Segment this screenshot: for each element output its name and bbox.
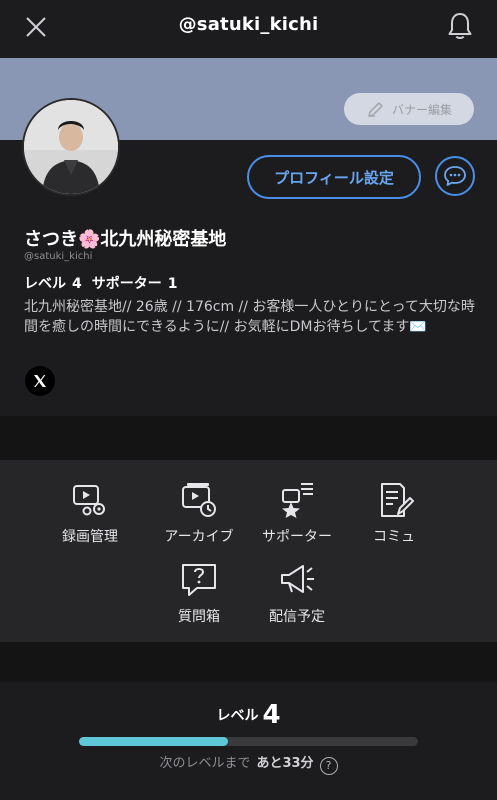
profile-bio: 北九州秘密基地// 26歳 // 176cm // お客様一人ひとりにとって大切…	[24, 299, 475, 335]
bell-icon	[448, 13, 472, 39]
banner-edit-label: バナー編集	[391, 102, 452, 117]
menu-item-label: 配信予定	[269, 609, 325, 625]
profile-stats: レベル 4 サポーター 1	[24, 273, 188, 293]
community-icon	[381, 483, 414, 517]
profile-settings-button[interactable]: プロフィール設定	[247, 155, 421, 199]
avatar[interactable]	[22, 98, 120, 196]
display-name: さつき🌸北九州秘密基地	[24, 229, 227, 250]
pencil-icon	[368, 102, 383, 117]
level-progress-bar	[79, 737, 418, 746]
chat-bubble-icon	[444, 166, 466, 186]
broadcast-schedule-icon	[281, 565, 314, 593]
level-heading: レベル 4	[0, 700, 497, 730]
level-progress-fill	[79, 737, 229, 746]
menu-item-question-box[interactable]: 質問箱	[149, 560, 249, 626]
menu-item-label: 録画管理	[62, 529, 118, 545]
level-label: レベル	[24, 276, 66, 292]
avatar-photo-icon	[24, 100, 118, 194]
level-value: 4	[72, 276, 82, 292]
x-icon	[34, 375, 46, 387]
page-title: @satuki_kichi	[178, 14, 319, 35]
level-panel: レベル 4 次のレベルまで あと33分?	[0, 682, 497, 800]
help-icon[interactable]: ?	[319, 757, 338, 775]
user-handle: @satuki_kichi	[24, 251, 93, 262]
message-button[interactable]	[435, 156, 475, 196]
menu-item-community[interactable]: コミュ	[344, 480, 444, 546]
menu-item-label: 質問箱	[178, 609, 220, 625]
supporter-count[interactable]: 1	[168, 276, 178, 292]
x-social-link[interactable]	[25, 366, 55, 396]
next-level-label: 次のレベルまで	[159, 756, 251, 771]
menu-item-label: コミュ	[373, 529, 415, 545]
archive-icon	[182, 483, 216, 517]
remaining-time: あと33分	[256, 756, 314, 771]
notification-button[interactable]	[446, 11, 474, 41]
banner-edit-button[interactable]: バナー編集	[344, 93, 474, 125]
menu-item-label: サポーター	[262, 529, 332, 545]
supporter-icon	[282, 483, 313, 518]
section-divider	[0, 416, 497, 460]
supporter-label[interactable]: サポーター	[92, 276, 162, 292]
menu-item-broadcast-schedule[interactable]: 配信予定	[247, 560, 347, 626]
menu-item-supporter[interactable]: サポーター	[247, 480, 347, 546]
next-level-info: 次のレベルまで あと33分?	[0, 752, 497, 775]
section-divider	[0, 642, 497, 682]
menu-item-label: アーカイブ	[164, 529, 234, 545]
top-bar: @satuki_kichi	[0, 0, 497, 58]
question-box-icon	[182, 564, 216, 596]
menu-panel: 録画管理 アーカイブ サポーター コミュ 質問箱 配信予定	[0, 460, 497, 642]
video-settings-icon	[73, 485, 105, 516]
menu-item-archive[interactable]: アーカイブ	[149, 480, 249, 546]
level-heading-value: 4	[262, 700, 281, 730]
menu-item-recording[interactable]: 録画管理	[40, 480, 140, 546]
level-heading-label: レベル	[216, 708, 259, 724]
